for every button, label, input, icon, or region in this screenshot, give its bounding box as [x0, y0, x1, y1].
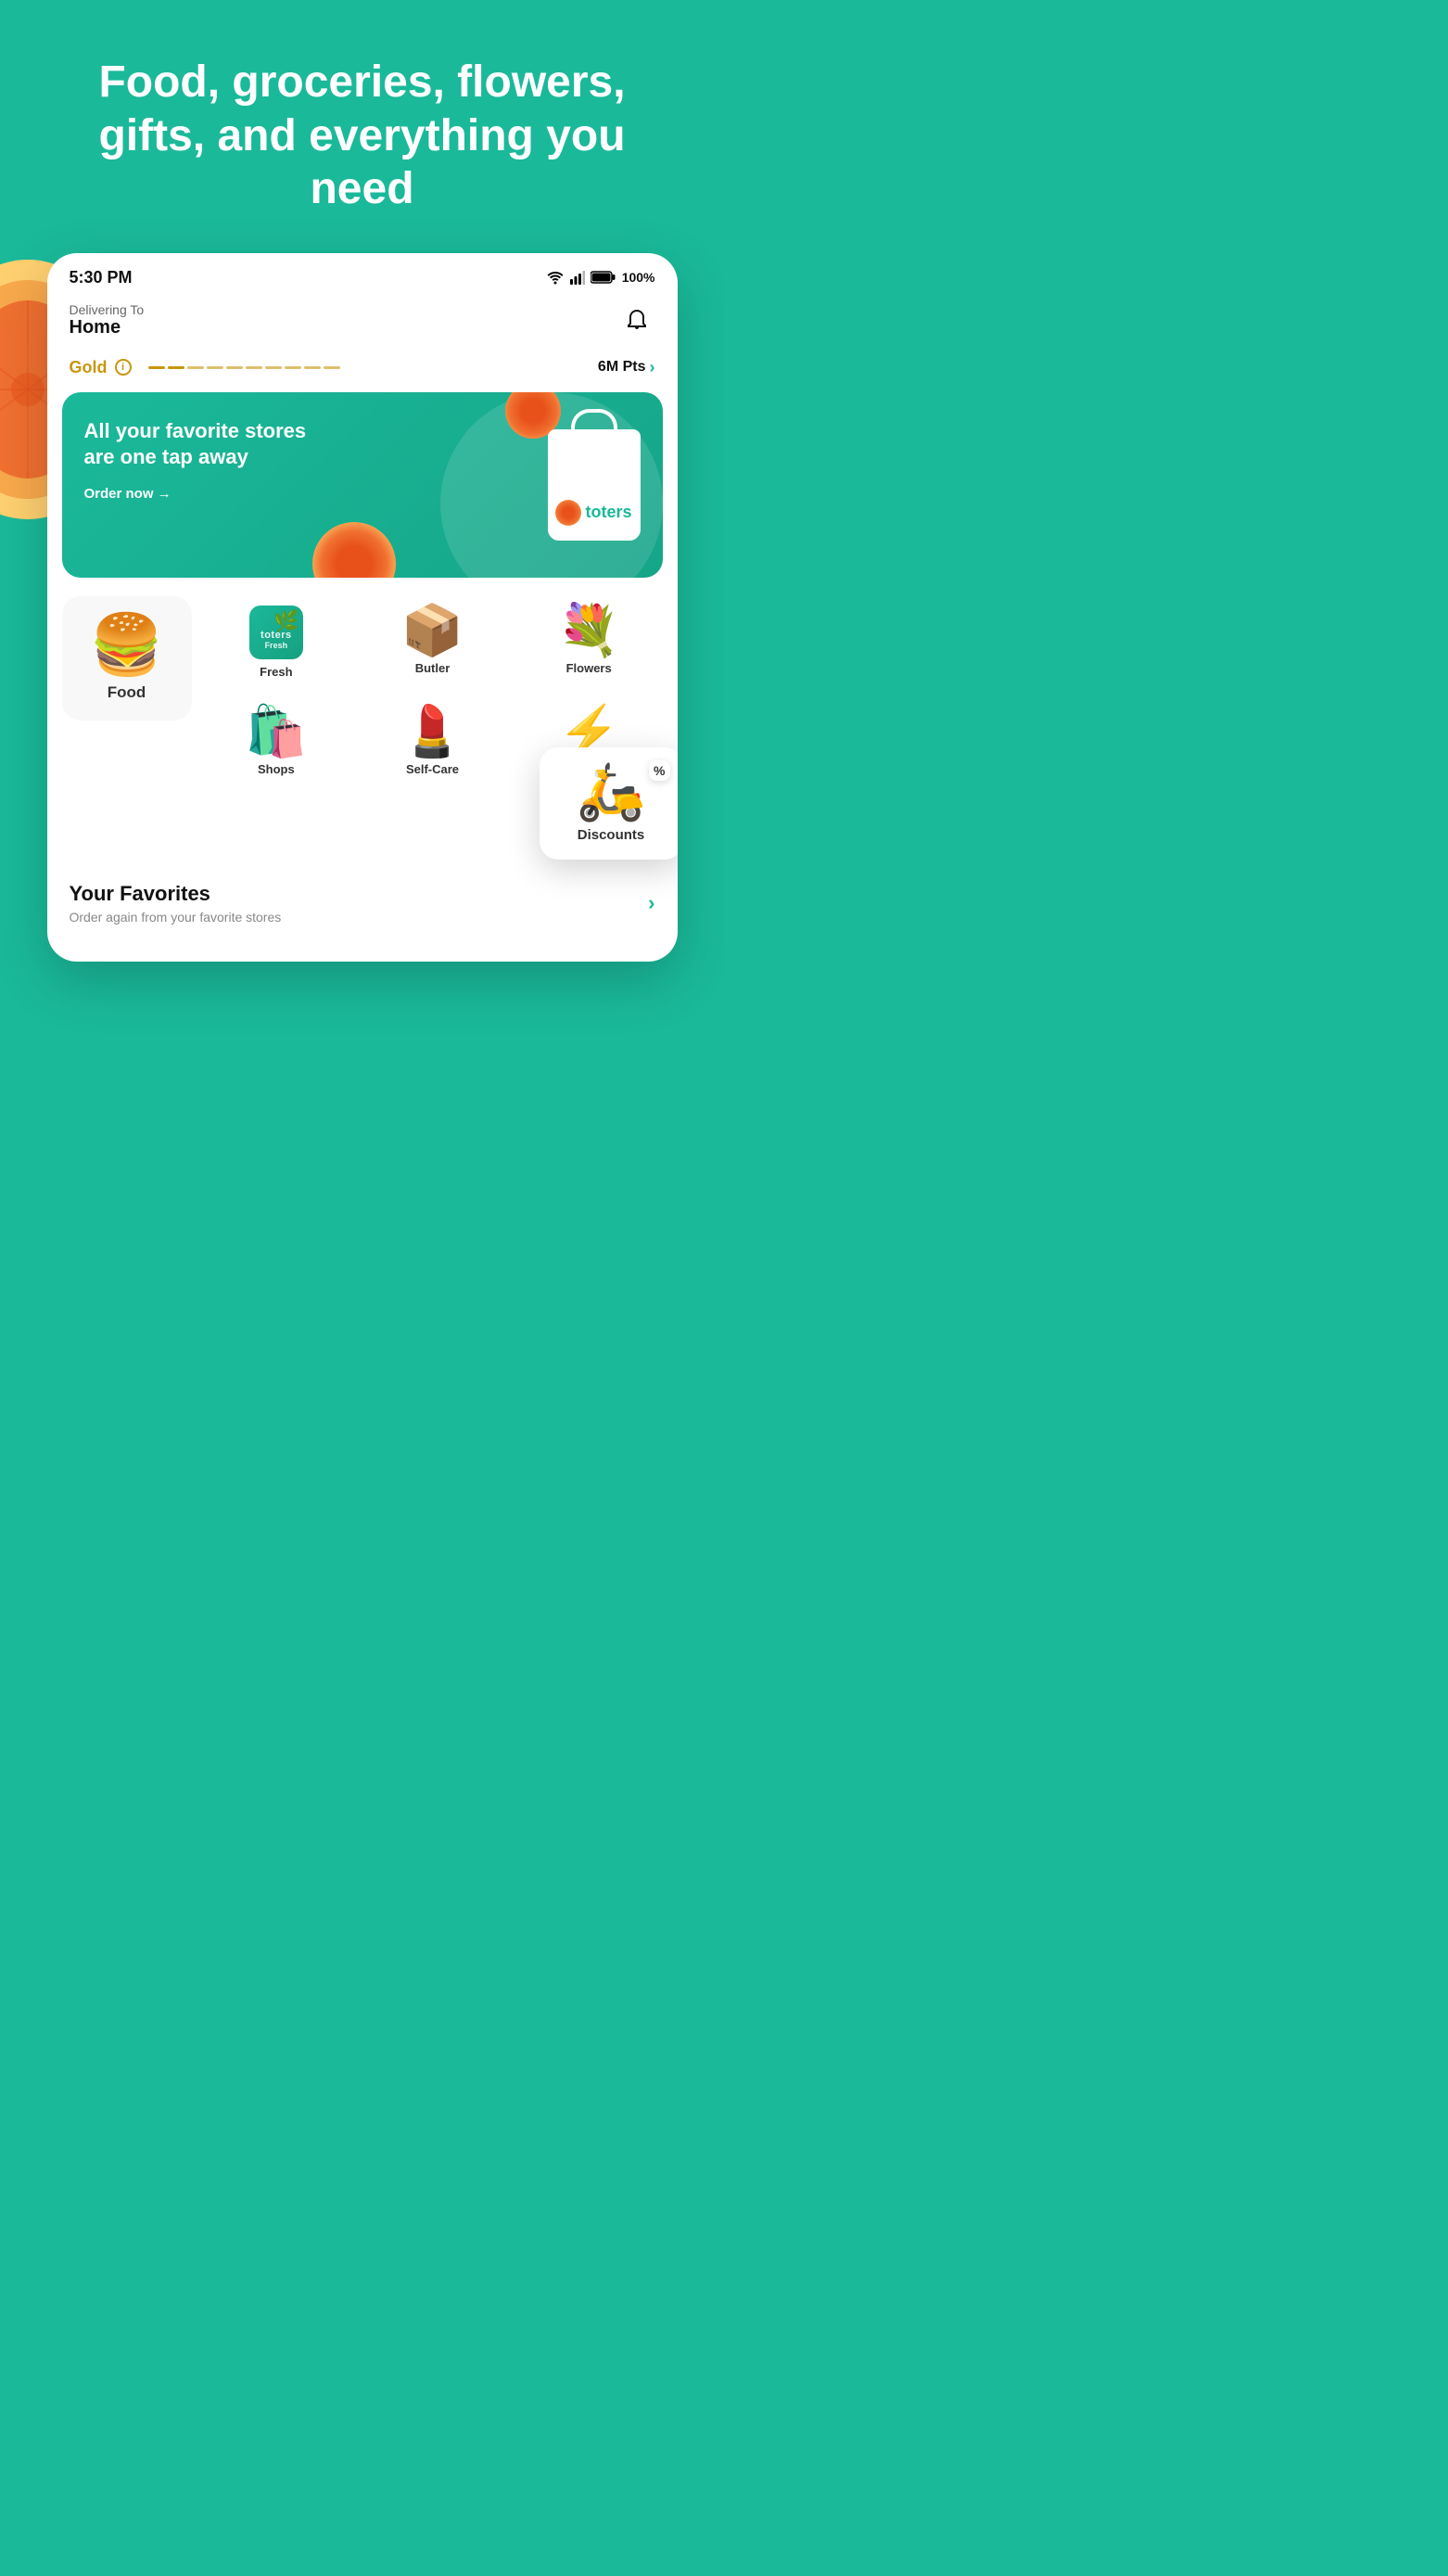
favorites-subtitle: Order again from your favorite stores — [70, 910, 282, 925]
hero-tagline: Food, groceries, flowers, gifts, and eve… — [56, 56, 668, 216]
toters-bag: toters — [548, 429, 641, 541]
discount-badge: % — [649, 760, 669, 781]
butler-label: Butler — [415, 661, 451, 675]
category-shops[interactable]: 🛍️ Shops — [203, 697, 350, 785]
shops-label: Shops — [258, 762, 295, 776]
app-screen: 5:30 PM — [47, 253, 678, 962]
fresh-label-small: Fresh — [265, 641, 288, 650]
bottom-space — [0, 962, 724, 1017]
battery-icon — [591, 270, 616, 285]
favorites-section: Your Favorites Order again from your fav… — [47, 860, 678, 939]
loyalty-progress — [148, 366, 340, 369]
tier-info-icon[interactable]: i — [115, 359, 132, 376]
flowers-icon: 💐 — [558, 606, 620, 656]
flowers-label: Flowers — [566, 661, 612, 675]
fresh-label: Fresh — [260, 665, 292, 679]
category-fresh[interactable]: 🌿 toters Fresh Fresh — [203, 596, 350, 688]
status-icons: 100% — [546, 270, 655, 285]
toters-logo: toters — [555, 500, 631, 526]
app-header: Delivering To Home — [47, 295, 678, 351]
battery-percent: 100% — [622, 270, 655, 285]
banner-text: All your favorite stores are one tap awa… — [84, 418, 325, 471]
signal-icon — [570, 270, 585, 285]
discounts-icon: 🛵 — [577, 764, 646, 820]
delivery-location: Home — [70, 317, 145, 338]
wifi-icon — [546, 270, 565, 285]
phone-mockup: 5:30 PM — [47, 253, 678, 962]
delivery-info: Delivering To Home — [70, 302, 145, 338]
fresh-brand-text: toters — [260, 630, 292, 641]
notification-bell-button[interactable] — [618, 302, 655, 339]
discounts-label: Discounts — [578, 827, 645, 843]
hero-section: Food, groceries, flowers, gifts, and eve… — [0, 0, 724, 253]
category-selfcare[interactable]: 💄 Self-Care — [359, 697, 506, 785]
delivery-label: Delivering To — [70, 302, 145, 317]
food-icon: 🍔 — [90, 615, 164, 674]
status-bar: 5:30 PM — [47, 253, 678, 295]
butler-icon: 📦 — [401, 606, 464, 656]
food-label: Food — [108, 683, 146, 702]
category-butler[interactable]: 📦 Butler — [359, 596, 506, 688]
banner-bag-image: toters — [548, 429, 641, 541]
favorites-title-group: Your Favorites Order again from your fav… — [70, 882, 282, 925]
favorites-header: Your Favorites Order again from your fav… — [70, 882, 655, 925]
loyalty-bar: Gold i — [47, 351, 678, 392]
selfcare-label: Self-Care — [406, 762, 459, 776]
category-discounts[interactable]: 🛵 % Discounts — [540, 747, 678, 860]
category-section: 🍔 Food 🌿 toters Fresh — [47, 578, 678, 785]
loyalty-tier: Gold i — [70, 358, 132, 377]
category-food[interactable]: 🍔 Food — [62, 596, 192, 721]
selfcare-icon: 💄 — [401, 707, 464, 757]
shops-icon: 🛍️ — [245, 707, 307, 757]
favorites-title: Your Favorites — [70, 882, 282, 906]
category-flowers[interactable]: 💐 Flowers — [515, 596, 663, 688]
banner-grapefruit-bottom — [312, 522, 396, 578]
favorites-chevron-icon[interactable]: › — [648, 891, 654, 915]
loyalty-points[interactable]: 6M Pts › — [598, 358, 655, 377]
status-time: 5:30 PM — [70, 268, 133, 287]
promo-banner[interactable]: All your favorite stores are one tap awa… — [62, 392, 663, 578]
